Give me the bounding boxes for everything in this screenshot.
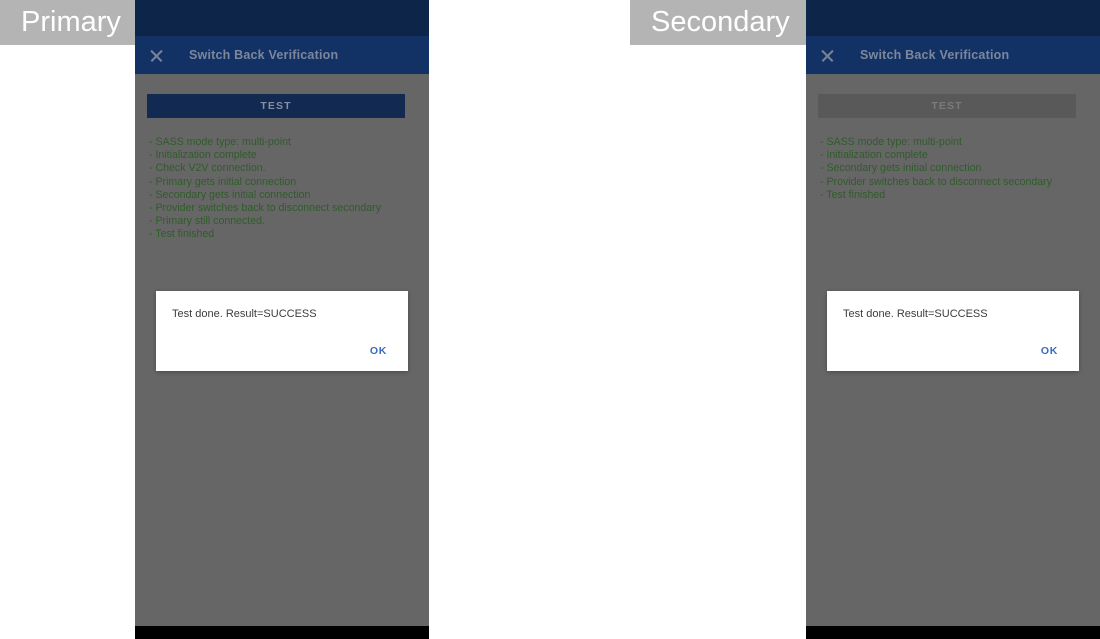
app-bar-primary: Switch Back Verification: [135, 36, 429, 74]
dialog-ok-button[interactable]: OK: [1041, 345, 1058, 357]
result-dialog-secondary: Test done. Result=SUCCESS OK: [827, 291, 1079, 371]
annotation-label-secondary: Secondary: [630, 0, 806, 45]
log-line: - Initialization complete: [149, 149, 257, 162]
screen-content-primary: TEST - SASS mode type: multi-point - Ini…: [135, 74, 429, 639]
app-bar-secondary: Switch Back Verification: [806, 36, 1100, 74]
log-line: - Provider switches back to disconnect s…: [149, 202, 381, 215]
dialog-message: Test done. Result=SUCCESS: [843, 308, 988, 320]
close-icon[interactable]: [820, 48, 835, 63]
log-output-primary: - SASS mode type: multi-point - Initiali…: [149, 136, 421, 242]
test-button[interactable]: TEST: [147, 94, 405, 118]
app-bar-title: Switch Back Verification: [189, 48, 339, 62]
log-line: - SASS mode type: multi-point: [149, 136, 291, 148]
log-line: - Primary still connected.: [149, 215, 265, 228]
app-bar-title: Switch Back Verification: [860, 48, 1010, 62]
log-line: - Test finished: [820, 188, 886, 201]
navigation-bar-secondary: [806, 626, 1100, 639]
log-output-secondary: - SASS mode type: multi-point - Initiali…: [820, 136, 1092, 202]
status-bar-primary: [135, 0, 429, 36]
annotation-label-primary: Primary: [0, 0, 135, 45]
result-dialog-primary: Test done. Result=SUCCESS OK: [156, 291, 408, 371]
test-button: TEST: [818, 94, 1076, 118]
close-icon[interactable]: [149, 48, 164, 63]
log-line: - Provider switches back to disconnect s…: [820, 175, 1052, 188]
screen-content-secondary: TEST - SASS mode type: multi-point - Ini…: [806, 74, 1100, 639]
device-panel-primary: Switch Back Verification TEST - SASS mod…: [135, 0, 429, 639]
log-line: - Check V2V connection.: [149, 162, 266, 175]
navigation-bar-primary: [135, 626, 429, 639]
log-line: - Secondary gets initial connection: [820, 162, 982, 175]
dialog-ok-button[interactable]: OK: [370, 345, 387, 357]
log-line: - Initialization complete: [820, 149, 928, 162]
log-line: - SASS mode type: multi-point: [820, 136, 962, 148]
device-panel-secondary: Switch Back Verification TEST - SASS mod…: [806, 0, 1100, 639]
log-line: - Secondary gets initial connection: [149, 188, 311, 201]
status-bar-secondary: [806, 0, 1100, 36]
dialog-message: Test done. Result=SUCCESS: [172, 308, 317, 320]
log-line: - Primary gets initial connection: [149, 175, 297, 188]
log-line: - Test finished: [149, 228, 215, 241]
